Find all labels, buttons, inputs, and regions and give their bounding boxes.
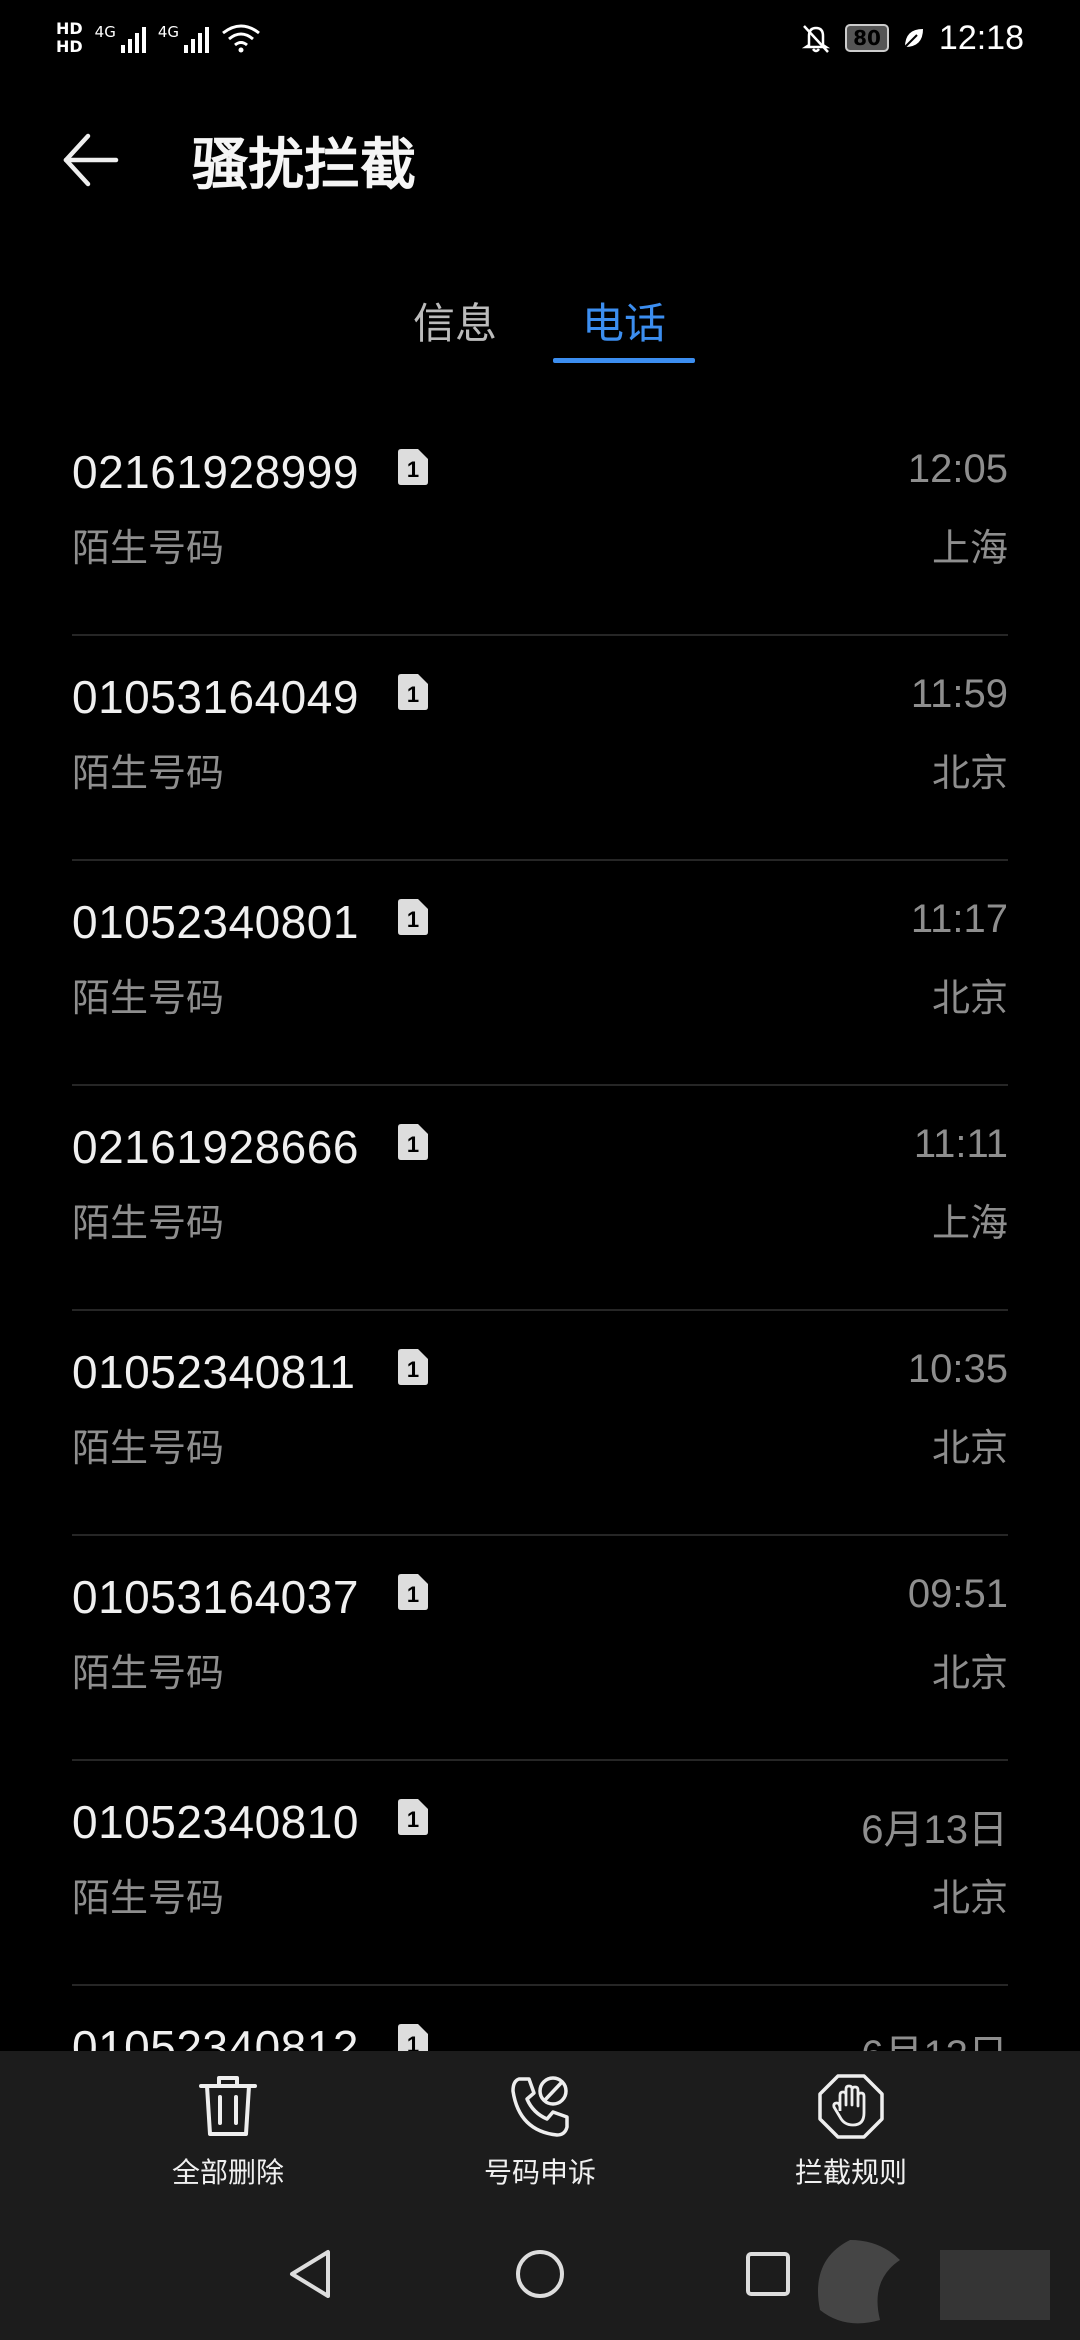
block-rules-button[interactable]: 拦截规则 bbox=[731, 2071, 971, 2201]
hd-label-1: HD bbox=[56, 19, 83, 38]
svg-text:1: 1 bbox=[407, 1807, 419, 1832]
call-time: 09:51 bbox=[907, 1572, 1008, 1616]
call-list-item[interactable]: 01053164049 1 陌生号码 11:59 北京 bbox=[72, 636, 1008, 861]
call-time: 10:35 bbox=[907, 1347, 1008, 1391]
trash-icon bbox=[199, 2076, 257, 2136]
sim-card-icon: 1 bbox=[398, 674, 428, 710]
number-appeal-label: 号码申诉 bbox=[483, 2156, 596, 2189]
svg-text:1: 1 bbox=[407, 1357, 419, 1382]
call-type: 陌生号码 bbox=[72, 976, 225, 1020]
svg-text:1: 1 bbox=[407, 1132, 419, 1157]
call-number: 01052340812 bbox=[72, 2021, 359, 2051]
call-list-item[interactable]: 02161928666 1 陌生号码 11:11 上海 bbox=[72, 1086, 1008, 1311]
call-location: 北京 bbox=[931, 1876, 1008, 1920]
phone-blocked-icon bbox=[511, 2076, 569, 2137]
status-left: HD HD 4G 4G bbox=[56, 20, 261, 56]
sim-card-icon: 1 bbox=[398, 449, 428, 485]
blocked-calls-list[interactable]: 02161928999 1 陌生号码 12:05 上海 01053164049 … bbox=[0, 411, 1080, 2051]
network-type-1: 4G bbox=[94, 23, 116, 41]
watermark-logo bbox=[818, 2240, 1050, 2324]
call-list-item[interactable]: 01052340810 1 陌生号码 6月13日 北京 bbox=[72, 1761, 1008, 1986]
nav-recent-apps-icon[interactable] bbox=[738, 2244, 798, 2304]
network-type-2: 4G bbox=[157, 23, 180, 41]
clock: 12:18 bbox=[938, 18, 1024, 57]
call-time: 11:59 bbox=[910, 672, 1008, 716]
call-location: 北京 bbox=[931, 1426, 1008, 1470]
svg-text:1: 1 bbox=[407, 457, 419, 482]
hd-indicator: HD HD bbox=[56, 20, 83, 56]
hd-label-2: HD bbox=[56, 37, 83, 56]
call-number: 01053164049 bbox=[72, 671, 359, 723]
call-type: 陌生号码 bbox=[72, 1201, 225, 1245]
call-number: 01052340810 bbox=[72, 1796, 359, 1848]
svg-text:1: 1 bbox=[407, 2032, 419, 2051]
call-location: 北京 bbox=[931, 1651, 1008, 1695]
svg-text:1: 1 bbox=[407, 682, 419, 707]
tab-bar: 信息 电话 bbox=[0, 280, 1080, 370]
number-appeal-button[interactable]: 号码申诉 bbox=[420, 2071, 660, 2201]
call-list-item[interactable]: 01052340811 1 陌生号码 10:35 北京 bbox=[72, 1311, 1008, 1536]
call-type: 陌生号码 bbox=[72, 1651, 225, 1695]
signal-strength-icon-2: 4G bbox=[157, 23, 210, 53]
status-right: 80 12:18 bbox=[799, 19, 1024, 58]
call-type: 陌生号码 bbox=[72, 526, 225, 570]
arrow-left-icon bbox=[63, 133, 119, 187]
battery-icon: 80 bbox=[845, 24, 889, 52]
call-list-item[interactable]: 01053164037 1 陌生号码 09:51 北京 bbox=[72, 1536, 1008, 1761]
back-button[interactable] bbox=[60, 110, 170, 210]
call-type: 陌生号码 bbox=[72, 1426, 225, 1470]
sim-card-icon: 1 bbox=[398, 1349, 428, 1385]
wifi-icon bbox=[222, 24, 260, 53]
delete-all-label: 全部删除 bbox=[171, 2156, 284, 2189]
call-number: 02161928999 bbox=[72, 446, 359, 498]
svg-text:1: 1 bbox=[407, 1582, 419, 1607]
sim-card-icon: 1 bbox=[398, 899, 428, 935]
call-time: 12:05 bbox=[907, 447, 1008, 491]
call-time: 11:11 bbox=[913, 1122, 1008, 1166]
sim-card-icon: 1 bbox=[398, 1799, 428, 1835]
notifications-off-icon bbox=[801, 25, 831, 53]
svg-text:1: 1 bbox=[407, 907, 419, 932]
call-location: 北京 bbox=[931, 976, 1008, 1020]
signal-strength-icon-1: 4G bbox=[95, 23, 146, 53]
status-bar: HD HD 4G 4G 80 12:18 bbox=[0, 0, 1080, 76]
call-time: 6月13日 bbox=[861, 2022, 1008, 2051]
nav-home-icon[interactable] bbox=[510, 2244, 570, 2304]
call-number: 02161928666 bbox=[72, 1121, 359, 1173]
tab-active-indicator bbox=[553, 358, 695, 363]
leaf-icon bbox=[904, 29, 923, 48]
header: 骚扰拦截 bbox=[0, 110, 1080, 210]
call-time: 6月13日 bbox=[861, 1808, 1008, 1852]
sim-card-icon: 1 bbox=[398, 1124, 428, 1160]
call-type: 陌生号码 bbox=[72, 1876, 225, 1920]
call-list-item[interactable]: 01052340812 1 陌生号码 6月13日 北京 bbox=[72, 1986, 1008, 2051]
nav-back-icon[interactable] bbox=[282, 2244, 342, 2304]
call-location: 上海 bbox=[931, 1201, 1008, 1245]
sim-card-icon: 1 bbox=[398, 1574, 428, 1610]
call-number: 01052340801 bbox=[72, 896, 359, 948]
call-number: 01052340811 bbox=[72, 1346, 356, 1398]
call-number: 01053164037 bbox=[72, 1571, 359, 1623]
call-type: 陌生号码 bbox=[72, 751, 225, 795]
call-list-item[interactable]: 01052340801 1 陌生号码 11:17 北京 bbox=[72, 861, 1008, 1086]
call-location: 北京 bbox=[931, 751, 1008, 795]
bottom-action-bar: 全部删除 号码申诉 拦截规则 bbox=[0, 2051, 1080, 2209]
page-title: 骚扰拦截 bbox=[192, 132, 416, 198]
sim-card-icon: 1 bbox=[398, 2024, 428, 2051]
block-rules-label: 拦截规则 bbox=[794, 2156, 907, 2189]
call-list-item[interactable]: 02161928999 1 陌生号码 12:05 上海 bbox=[72, 411, 1008, 636]
call-time: 11:17 bbox=[910, 897, 1008, 941]
tab-calls[interactable]: 电话 bbox=[553, 290, 695, 351]
delete-all-button[interactable]: 全部删除 bbox=[108, 2071, 348, 2201]
hand-stop-icon bbox=[818, 2074, 884, 2139]
tab-messages[interactable]: 信息 bbox=[390, 290, 520, 351]
call-location: 上海 bbox=[931, 526, 1008, 570]
